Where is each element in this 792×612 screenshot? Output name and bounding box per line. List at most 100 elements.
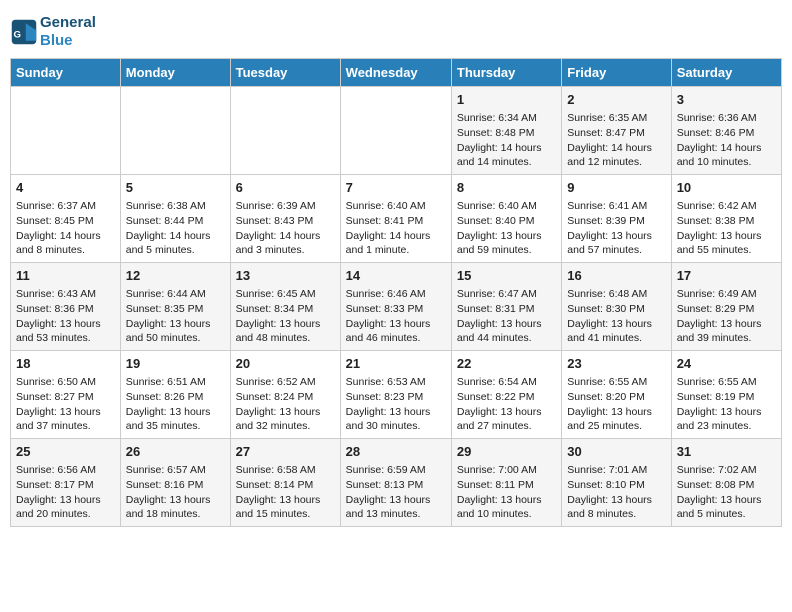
calendar-header: SundayMondayTuesdayWednesdayThursdayFrid…: [11, 59, 782, 87]
day-number: 21: [346, 355, 446, 373]
calendar-cell: 23Sunrise: 6:55 AMSunset: 8:20 PMDayligh…: [562, 351, 671, 439]
day-info: Daylight: 13 hours and 37 minutes.: [16, 405, 115, 434]
day-info: Sunset: 8:39 PM: [567, 214, 665, 229]
day-number: 18: [16, 355, 115, 373]
day-info: Sunset: 8:40 PM: [457, 214, 556, 229]
day-info: Sunrise: 6:43 AM: [16, 287, 115, 302]
day-info: Daylight: 13 hours and 59 minutes.: [457, 229, 556, 258]
day-info: Daylight: 13 hours and 50 minutes.: [126, 317, 225, 346]
day-number: 8: [457, 179, 556, 197]
day-info: Sunset: 8:43 PM: [236, 214, 335, 229]
day-info: Daylight: 13 hours and 48 minutes.: [236, 317, 335, 346]
day-info: Sunset: 8:24 PM: [236, 390, 335, 405]
day-info: Daylight: 13 hours and 39 minutes.: [677, 317, 776, 346]
day-number: 20: [236, 355, 335, 373]
weekday-header-thursday: Thursday: [451, 59, 561, 87]
day-info: Sunrise: 6:38 AM: [126, 199, 225, 214]
day-number: 22: [457, 355, 556, 373]
day-number: 17: [677, 267, 776, 285]
calendar-cell: 8 Sunrise: 6:40 AMSunset: 8:40 PMDaylight…: [451, 175, 561, 263]
calendar-cell: 7Sunrise: 6:40 AMSunset: 8:41 PMDaylight…: [340, 175, 451, 263]
logo-general: General: [40, 14, 96, 32]
day-info: Daylight: 13 hours and 10 minutes.: [457, 493, 556, 522]
weekday-header-friday: Friday: [562, 59, 671, 87]
calendar-cell: 24Sunrise: 6:55 AMSunset: 8:19 PMDayligh…: [671, 351, 781, 439]
weekday-header-saturday: Saturday: [671, 59, 781, 87]
day-info: Sunset: 8:38 PM: [677, 214, 776, 229]
calendar-cell: 2Sunrise: 6:35 AMSunset: 8:47 PMDaylight…: [562, 87, 671, 175]
day-info: Daylight: 13 hours and 23 minutes.: [677, 405, 776, 434]
day-info: Sunrise: 6:53 AM: [346, 375, 446, 390]
calendar-cell: 14Sunrise: 6:46 AMSunset: 8:33 PMDayligh…: [340, 263, 451, 351]
calendar-cell: 17Sunrise: 6:49 AMSunset: 8:29 PMDayligh…: [671, 263, 781, 351]
day-number: 19: [126, 355, 225, 373]
week-row-3: 11Sunrise: 6:43 AMSunset: 8:36 PMDayligh…: [11, 263, 782, 351]
day-number: 13: [236, 267, 335, 285]
weekday-header-sunday: Sunday: [11, 59, 121, 87]
day-info: Sunset: 8:46 PM: [677, 126, 776, 141]
calendar-cell: [11, 87, 121, 175]
calendar-cell: 22Sunrise: 6:54 AMSunset: 8:22 PMDayligh…: [451, 351, 561, 439]
day-info: Sunrise: 6:41 AM: [567, 199, 665, 214]
weekday-header-wednesday: Wednesday: [340, 59, 451, 87]
day-info: Daylight: 13 hours and 35 minutes.: [126, 405, 225, 434]
day-info: Sunset: 8:45 PM: [16, 214, 115, 229]
calendar-cell: 3Sunrise: 6:36 AMSunset: 8:46 PMDaylight…: [671, 87, 781, 175]
day-info: Sunrise: 6:45 AM: [236, 287, 335, 302]
day-info: Sunset: 8:31 PM: [457, 302, 556, 317]
day-number: 12: [126, 267, 225, 285]
day-info: Daylight: 14 hours and 1 minute.: [346, 229, 446, 258]
day-info: Daylight: 14 hours and 8 minutes.: [16, 229, 115, 258]
day-info: Sunset: 8:33 PM: [346, 302, 446, 317]
day-info: Sunrise: 6:54 AM: [457, 375, 556, 390]
day-info: Daylight: 14 hours and 3 minutes.: [236, 229, 335, 258]
day-info: Daylight: 14 hours and 5 minutes.: [126, 229, 225, 258]
day-info: Sunrise: 6:40 AM: [457, 199, 556, 214]
day-info: Sunrise: 6:47 AM: [457, 287, 556, 302]
day-info: Sunset: 8:08 PM: [677, 478, 776, 493]
week-row-4: 18Sunrise: 6:50 AMSunset: 8:27 PMDayligh…: [11, 351, 782, 439]
day-number: 23: [567, 355, 665, 373]
calendar-cell: 5Sunrise: 6:38 AMSunset: 8:44 PMDaylight…: [120, 175, 230, 263]
day-info: Sunrise: 6:50 AM: [16, 375, 115, 390]
calendar-cell: 9Sunrise: 6:41 AMSunset: 8:39 PMDaylight…: [562, 175, 671, 263]
day-info: Daylight: 13 hours and 55 minutes.: [677, 229, 776, 258]
calendar-cell: 26Sunrise: 6:57 AMSunset: 8:16 PMDayligh…: [120, 439, 230, 527]
day-info: Sunset: 8:36 PM: [16, 302, 115, 317]
day-info: Sunrise: 6:37 AM: [16, 199, 115, 214]
calendar-table: SundayMondayTuesdayWednesdayThursdayFrid…: [10, 58, 782, 527]
day-info: Sunset: 8:20 PM: [567, 390, 665, 405]
day-info: Sunrise: 6:49 AM: [677, 287, 776, 302]
weekday-header-tuesday: Tuesday: [230, 59, 340, 87]
day-number: 29: [457, 443, 556, 461]
calendar-cell: [120, 87, 230, 175]
logo-blue: Blue: [40, 32, 96, 50]
day-info: Daylight: 14 hours and 10 minutes.: [677, 141, 776, 170]
day-number: 9: [567, 179, 665, 197]
day-number: 14: [346, 267, 446, 285]
day-info: Sunset: 8:26 PM: [126, 390, 225, 405]
calendar-cell: [230, 87, 340, 175]
day-info: Daylight: 13 hours and 46 minutes.: [346, 317, 446, 346]
calendar-cell: [340, 87, 451, 175]
day-info: Daylight: 13 hours and 41 minutes.: [567, 317, 665, 346]
day-info: Daylight: 13 hours and 18 minutes.: [126, 493, 225, 522]
week-row-5: 25Sunrise: 6:56 AMSunset: 8:17 PMDayligh…: [11, 439, 782, 527]
calendar-cell: 4Sunrise: 6:37 AMSunset: 8:45 PMDaylight…: [11, 175, 121, 263]
day-info: Sunrise: 7:01 AM: [567, 463, 665, 478]
calendar-cell: 21Sunrise: 6:53 AMSunset: 8:23 PMDayligh…: [340, 351, 451, 439]
day-info: Sunrise: 6:35 AM: [567, 111, 665, 126]
day-info: Sunrise: 7:02 AM: [677, 463, 776, 478]
calendar-cell: 31Sunrise: 7:02 AMSunset: 8:08 PMDayligh…: [671, 439, 781, 527]
day-info: Daylight: 14 hours and 14 minutes.: [457, 141, 556, 170]
week-row-1: 1Sunrise: 6:34 AMSunset: 8:48 PMDaylight…: [11, 87, 782, 175]
day-number: 25: [16, 443, 115, 461]
day-info: Daylight: 13 hours and 8 minutes.: [567, 493, 665, 522]
calendar-cell: 13 Sunrise: 6:45 AMSunset: 8:34 PMDayligh…: [230, 263, 340, 351]
day-info: Sunset: 8:34 PM: [236, 302, 335, 317]
logo-icon: G: [10, 18, 38, 46]
day-number: 27: [236, 443, 335, 461]
day-number: 31: [677, 443, 776, 461]
day-number: 28: [346, 443, 446, 461]
weekday-row: SundayMondayTuesdayWednesdayThursdayFrid…: [11, 59, 782, 87]
